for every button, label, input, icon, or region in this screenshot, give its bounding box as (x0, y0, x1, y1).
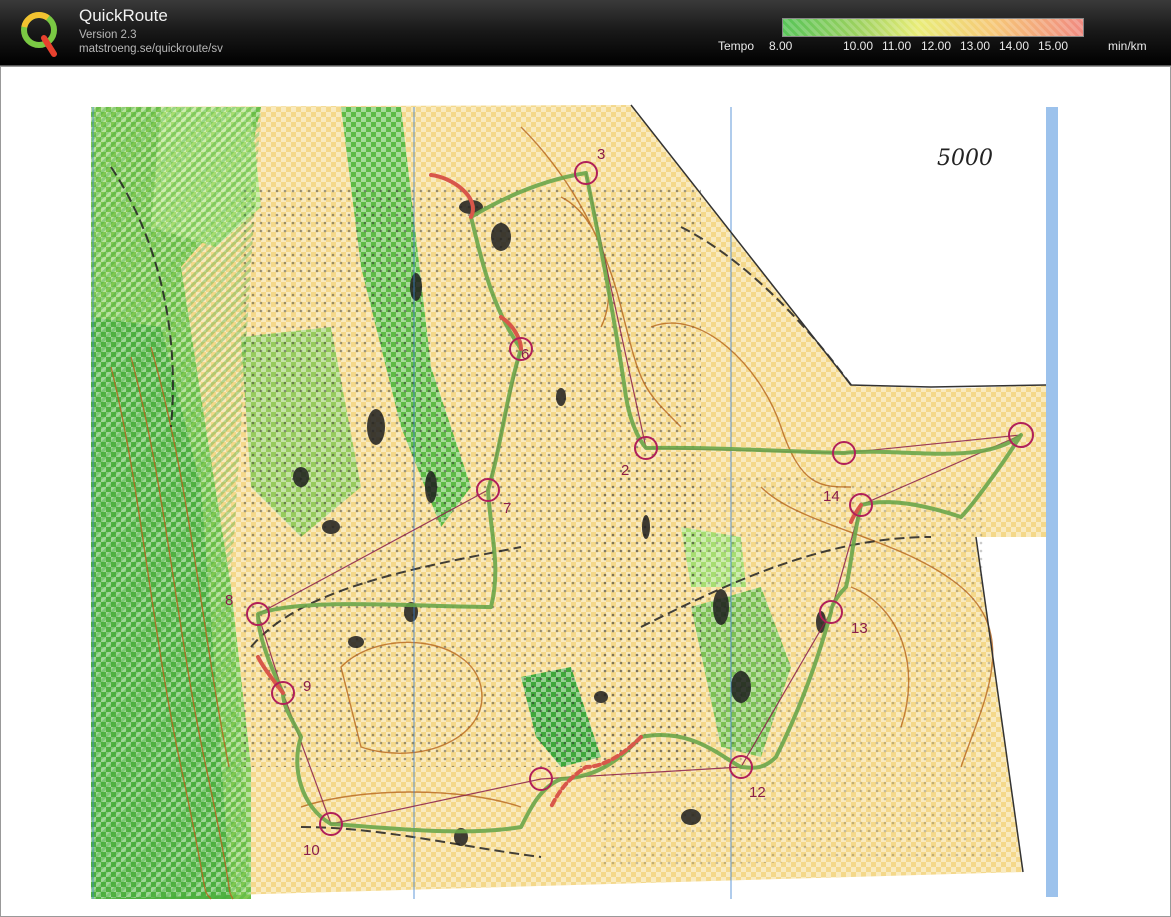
tempo-label: Tempo (718, 39, 755, 53)
tempo-tick: 11.00 (882, 39, 912, 53)
control-number: 13 (851, 620, 868, 637)
map-viewport[interactable]: 3 6 2 7 14 8 9 13 12 10 5000 (0, 66, 1171, 917)
app-title: QuickRoute (79, 6, 168, 25)
control-number: 7 (503, 500, 511, 517)
control-number: 10 (303, 842, 320, 859)
handwritten-note: 5000 (937, 146, 993, 171)
tempo-tick: 15.00 (1038, 39, 1069, 53)
control-number: 6 (521, 346, 529, 363)
control-number: 12 (749, 784, 766, 801)
tempo-tick: 10.00 (843, 39, 874, 53)
control-number: 2 (621, 462, 629, 479)
app-version: Version 2.3 (79, 29, 137, 41)
map-terrain (91, 104, 1058, 900)
quickroute-logo-icon (21, 12, 57, 57)
control-number: 8 (225, 592, 233, 609)
tempo-tick: 8.00 (769, 39, 793, 53)
orienteering-map[interactable]: 3 6 2 7 14 8 9 13 12 10 5000 (1, 67, 1171, 917)
tempo-tick: 14.00 (999, 39, 1030, 53)
tempo-unit: min/km (1108, 39, 1147, 53)
app-header: QuickRoute Version 2.3 matstroeng.se/qui… (0, 0, 1171, 66)
app-url[interactable]: matstroeng.se/quickroute/sv (79, 43, 223, 55)
control-number: 14 (823, 488, 840, 505)
tempo-tick: 13.00 (960, 39, 991, 53)
control-number: 3 (597, 146, 605, 163)
tempo-tick: 12.00 (921, 39, 952, 53)
tempo-legend-gradient (782, 18, 1084, 37)
control-number: 9 (303, 678, 311, 695)
